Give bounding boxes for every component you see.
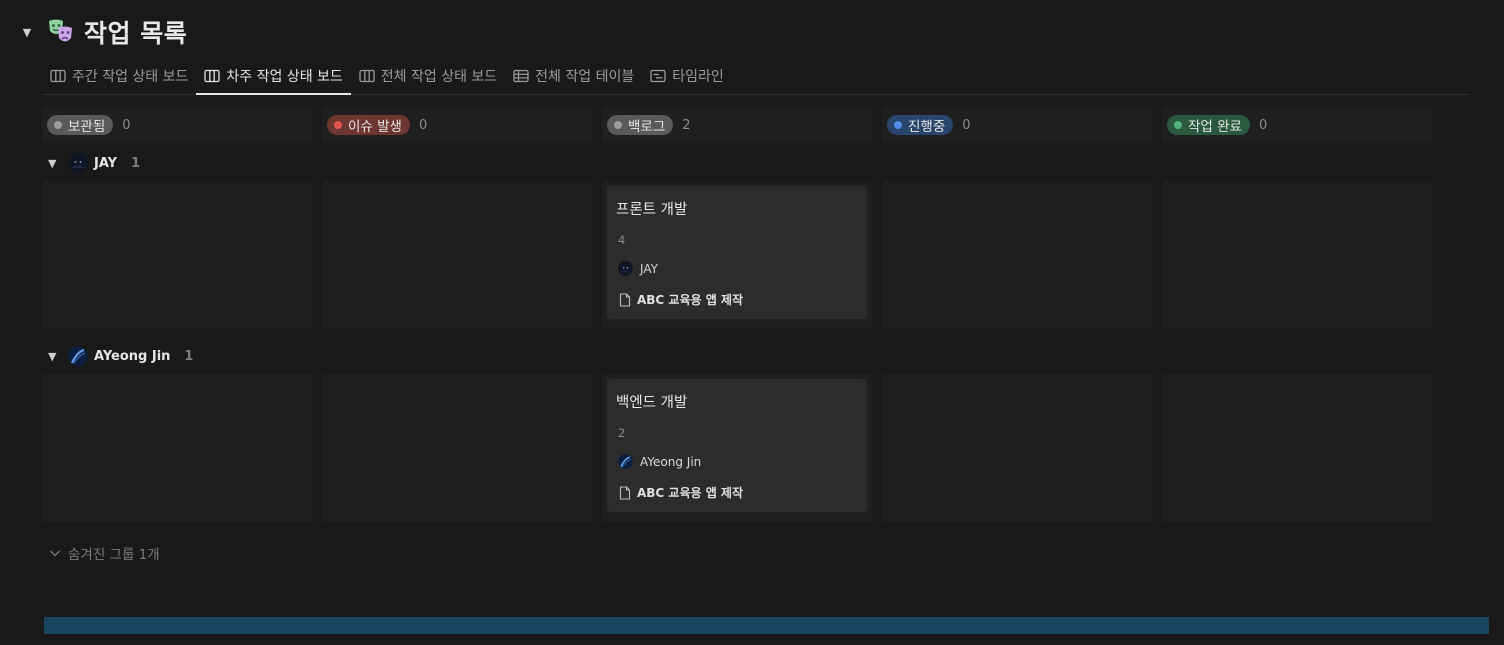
card-relation[interactable]: ABC 교육용 앱 제작 [619,291,743,308]
collapse-caret-icon[interactable]: ▼ [48,350,60,363]
group-cell[interactable] [42,374,312,522]
document-icon [619,485,631,500]
tab-label: 차주 작업 상태 보드 [226,69,343,85]
horizontal-scrollbar[interactable] [44,617,1489,634]
status-pill: 이슈 발생 [327,115,410,135]
group-cell[interactable] [1162,181,1432,328]
card-assignee: JAY [618,261,658,276]
column-count: 0 [122,117,131,133]
tab-next-week-board[interactable]: 차주 작업 상태 보드 [196,58,352,95]
status-pill: 진행중 [887,115,954,135]
board-icon [50,69,66,83]
status-pill: 보관됨 [47,115,114,135]
task-card[interactable]: 프론트 개발 4 JAY ABC 교육용 앱 제작 [607,186,867,319]
collapse-caret-icon[interactable]: ▼ [20,25,34,39]
column-count: 0 [418,117,428,133]
collapse-caret-icon[interactable]: ▼ [48,157,60,170]
group-cell[interactable] [1162,374,1432,522]
tab-label: 타임라인 [672,69,724,85]
status-label: 이슈 발생 [348,119,402,135]
status-label: 보관됨 [68,119,106,135]
board-view: ▼ 작업 목록 주간 작업 상태 보드 차주 작업 상태 보드 전체 작업 상태… [0,0,1504,645]
group-cell[interactable] [882,374,1152,522]
status-dot [54,121,62,129]
group-name: AYeong Jin [94,348,171,364]
hidden-groups-label: 숨겨진 그룹 1개 [68,547,160,563]
status-pill: 작업 완료 [1167,115,1250,135]
column-header-issue[interactable]: 이슈 발생 0 [327,114,427,136]
database-header: ▼ 작업 목록 [20,14,187,50]
card-relation[interactable]: ABC 교육용 앱 제작 [619,484,743,501]
board-icon [359,69,375,83]
tab-all-board[interactable]: 전체 작업 상태 보드 [351,58,505,94]
card-assignee: AYeong Jin [618,454,701,469]
chevron-down-icon [50,550,60,557]
database-title[interactable]: 작업 목록 [84,14,187,50]
column-count: 0 [1258,117,1268,133]
group-count: 1 [131,155,141,171]
group-cell[interactable] [322,374,592,522]
group-cell[interactable] [42,181,312,328]
card-title: 백엔드 개발 [616,395,688,411]
status-dot [894,121,902,129]
timeline-icon [650,69,666,83]
group-header-ayeong-jin[interactable]: ▼ AYeong Jin 1 [48,345,193,367]
status-dot [614,121,622,129]
avatar [618,261,633,276]
card-number: 2 [618,426,626,440]
status-label: 백로그 [628,119,666,135]
group-name: JAY [94,155,118,171]
table-icon [513,69,529,83]
view-tabs: 주간 작업 상태 보드 차주 작업 상태 보드 전체 작업 상태 보드 전체 작… [42,58,1470,95]
card-title: 프론트 개발 [616,202,688,218]
status-dot [1174,121,1182,129]
status-label: 작업 완료 [1188,119,1242,135]
avatar [68,153,88,173]
task-card[interactable]: 백엔드 개발 2 AYeong Jin ABC 교육용 앱 제작 [607,379,867,512]
tab-label: 주간 작업 상태 보드 [72,69,189,85]
tab-weekly-board[interactable]: 주간 작업 상태 보드 [42,58,196,94]
column-count: 2 [682,117,691,133]
column-header-archived[interactable]: 보관됨 0 [47,114,131,136]
hidden-groups-toggle[interactable]: 숨겨진 그룹 1개 [48,543,160,563]
board-icon [204,69,221,83]
column-header-in-progress[interactable]: 진행중 0 [887,114,971,136]
group-cell[interactable] [882,181,1152,328]
assignee-name: AYeong Jin [640,454,702,469]
relation-label: ABC 교육용 앱 제작 [637,486,744,500]
relation-label: ABC 교육용 앱 제작 [637,293,744,307]
avatar [618,454,633,469]
status-dot [334,121,342,129]
status-pill: 백로그 [607,115,674,135]
column-header-backlog[interactable]: 백로그 2 [607,114,691,136]
group-count: 1 [184,348,194,364]
group-cell[interactable] [322,181,592,328]
group-header-jay[interactable]: ▼ JAY 1 [48,152,140,174]
theater-masks-icon [49,19,72,42]
column-header-done[interactable]: 작업 완료 0 [1167,114,1267,136]
tab-timeline[interactable]: 타임라인 [642,58,732,94]
avatar [68,346,88,366]
tab-label: 전체 작업 상태 보드 [380,69,498,85]
tab-label: 전체 작업 테이블 [535,69,635,85]
status-label: 진행중 [908,119,946,135]
document-icon [619,292,631,307]
card-number: 4 [618,233,626,247]
tab-all-table[interactable]: 전체 작업 테이블 [505,58,642,94]
column-count: 0 [962,117,971,133]
assignee-name: JAY [640,261,658,276]
